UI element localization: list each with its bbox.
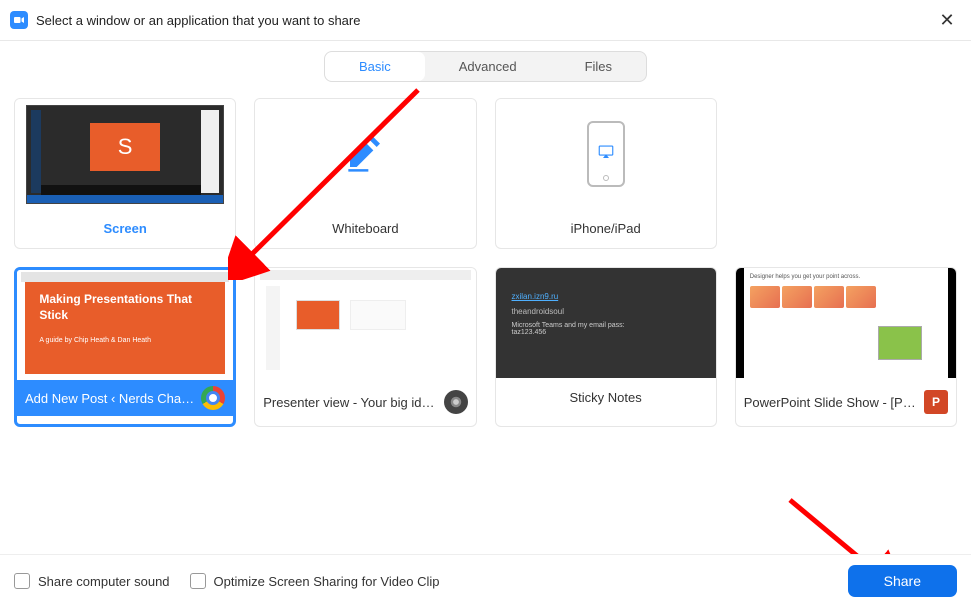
browser-icon [444, 390, 468, 414]
tab-bar: Basic Advanced Files [0, 51, 971, 82]
footer: Share computer sound Optimize Screen Sha… [0, 554, 971, 607]
titlebar-text: Select a window or an application that y… [36, 13, 933, 28]
tab-advanced[interactable]: Advanced [425, 52, 551, 81]
tab-basic[interactable]: Basic [325, 52, 425, 81]
powerpoint-icon: P [924, 390, 948, 414]
tile-sticky-preview: zxilan.izn9.ru theandroidsoul Microsoft … [496, 268, 716, 378]
checkbox-optimize-video[interactable]: Optimize Screen Sharing for Video Clip [190, 573, 440, 589]
tile-iphone[interactable]: iPhone/iPad [495, 98, 717, 249]
tile-sticky-notes[interactable]: zxilan.izn9.ru theandroidsoul Microsoft … [495, 267, 717, 427]
tile-whiteboard-preview [255, 99, 475, 209]
tile-whiteboard-label: Whiteboard [255, 209, 475, 248]
tile-powerpoint[interactable]: Designer helps you get your point across… [735, 267, 957, 427]
tile-ppt-label: PowerPoint Slide Show - [Present... P [736, 378, 956, 426]
tile-iphone-label: iPhone/iPad [496, 209, 716, 248]
tile-screen-preview: S [15, 99, 235, 209]
tile-presenter-preview [255, 268, 475, 378]
checkbox-icon [14, 573, 30, 589]
tile-screen-label: Screen [15, 209, 235, 248]
empty-cell [735, 98, 957, 249]
pencil-icon [345, 132, 385, 177]
airplay-icon [597, 143, 615, 166]
tile-chrome-label: Add New Post ‹ Nerds Chalk — ... [17, 380, 233, 416]
tile-chrome-window[interactable]: Making Presentations That Stick A guide … [14, 267, 236, 427]
tile-iphone-preview [496, 99, 716, 209]
share-grid: S Screen Whiteboard iPhone/iPad [0, 98, 971, 427]
checkbox-share-sound[interactable]: Share computer sound [14, 573, 170, 589]
tile-presenter-label: Presenter view - Your big idea - G... [255, 378, 475, 426]
titlebar: Select a window or an application that y… [0, 0, 971, 41]
tile-sticky-label: Sticky Notes [496, 378, 716, 417]
checkbox-icon [190, 573, 206, 589]
tile-chrome-preview: Making Presentations That Stick A guide … [17, 270, 233, 380]
chrome-icon [201, 386, 225, 410]
close-button[interactable]: ✕ [933, 6, 961, 34]
tile-ppt-preview: Designer helps you get your point across… [736, 268, 956, 378]
tile-whiteboard[interactable]: Whiteboard [254, 98, 476, 249]
share-button[interactable]: Share [848, 565, 957, 597]
tile-screen[interactable]: S Screen [14, 98, 236, 249]
tile-presenter-view[interactable]: Presenter view - Your big idea - G... [254, 267, 476, 427]
tab-files[interactable]: Files [551, 52, 646, 81]
phone-icon [587, 121, 625, 187]
zoom-icon [10, 11, 28, 29]
